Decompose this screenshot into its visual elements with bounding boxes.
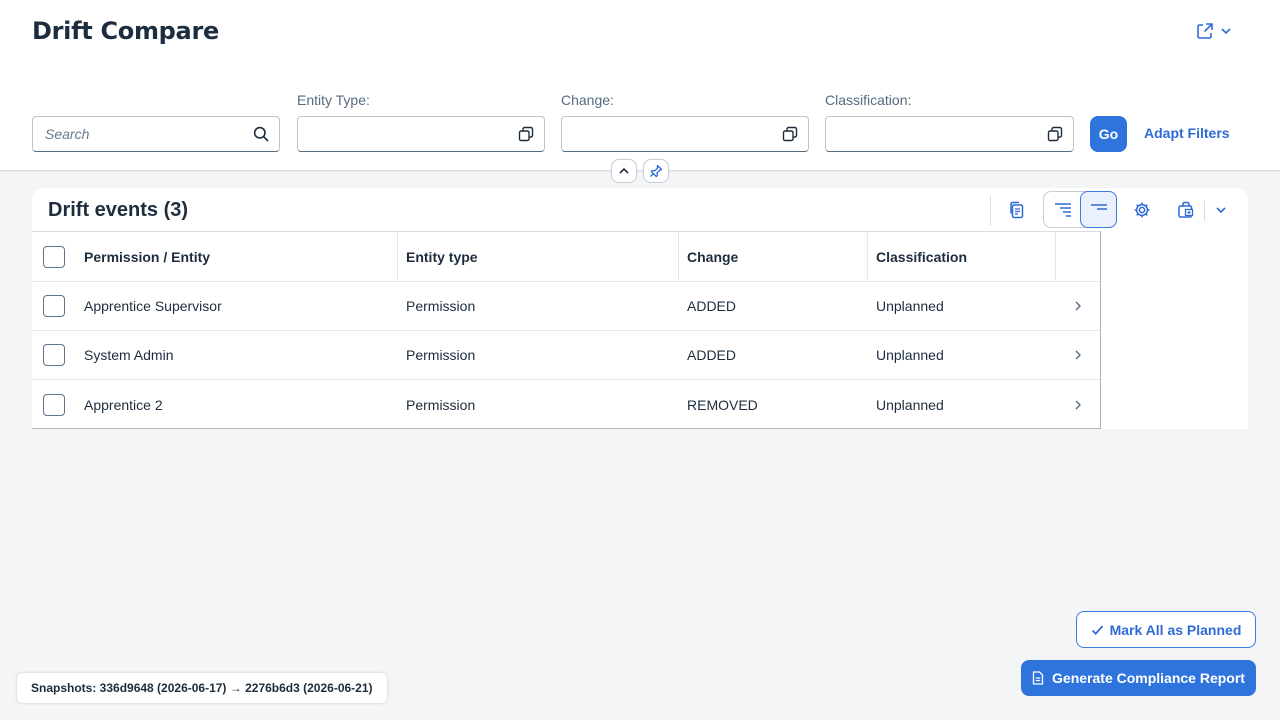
check-icon [1091,624,1103,635]
document-icon [1032,671,1044,685]
row-checkbox[interactable] [43,344,65,366]
share-menu-button[interactable] [1196,18,1232,44]
collapse-all-icon [1090,203,1107,210]
entity-type-field[interactable] [297,116,545,152]
chevron-right-icon[interactable] [1074,349,1082,361]
snapshots-info: Snapshots: 336d9648 (2026-06-17) → 2276b… [17,673,387,703]
select-all-checkbox[interactable] [43,245,65,268]
search-input[interactable] [45,117,245,151]
column-divider [867,232,868,281]
chevron-up-icon [619,167,629,174]
column-header-change[interactable]: Change [687,232,738,281]
cell-classification: Unplanned [876,396,944,413]
export-menu-button[interactable] [1204,192,1238,228]
classification-label: Classification: [825,92,912,108]
change-label: Change: [561,92,614,108]
change-field[interactable] [561,116,809,152]
table-header-row: Permission / Entity Entity type Change C… [32,232,1101,282]
column-header-entity-type[interactable]: Entity type [406,232,478,281]
chevron-down-icon [1216,207,1226,214]
export-button[interactable] [1168,192,1204,228]
column-divider [1055,232,1056,281]
copy-button[interactable] [999,192,1035,228]
cell-entity-type: Permission [406,396,476,413]
generate-report-button[interactable]: Generate Compliance Report [1021,660,1256,696]
expand-all-button[interactable] [1044,191,1081,228]
table-row[interactable]: Apprentice 2 Permission REMOVED Unplanne… [32,380,1101,429]
column-divider [678,232,679,281]
cell-classification: Unplanned [876,347,944,363]
export-icon [1178,201,1194,218]
cell-classification: Unplanned [876,298,944,314]
drift-events-panel: Drift events (3) Permission / Entity Ent… [32,188,1248,429]
pin-header-button[interactable] [643,159,669,183]
expand-collapse-toggle [1043,191,1117,228]
table-row[interactable]: System Admin Permission ADDED Unplanned [32,331,1101,380]
generate-report-label: Generate Compliance Report [1052,670,1245,686]
pin-icon [650,164,663,178]
collapse-all-button[interactable] [1080,191,1117,228]
cell-entity-type: Permission [406,298,476,314]
mark-all-planned-button[interactable]: Mark All as Planned [1076,611,1256,648]
column-divider [397,232,398,281]
cell-entity: System Admin [84,347,174,363]
column-header-entity[interactable]: Permission / Entity [84,232,210,281]
row-checkbox[interactable] [43,393,65,416]
value-help-icon[interactable] [518,126,534,142]
drift-events-table: Permission / Entity Entity type Change C… [32,231,1101,429]
table-border [32,428,1101,429]
chevron-right-icon[interactable] [1074,399,1082,411]
column-header-classification[interactable]: Classification [876,232,967,281]
value-help-icon[interactable] [782,126,798,142]
chevron-right-icon[interactable] [1074,300,1082,312]
cell-entity-type: Permission [406,347,476,363]
collapse-header-button[interactable] [611,159,637,183]
share-icon [1197,23,1213,39]
value-help-icon[interactable] [1047,126,1063,142]
toolbar-separator [990,196,991,226]
cell-entity: Apprentice 2 [84,396,163,413]
cell-entity: Apprentice Supervisor [84,298,222,314]
table-title: Drift events (3) [48,199,189,221]
table-settings-button[interactable] [1124,192,1160,228]
row-checkbox[interactable] [43,295,65,317]
classification-field[interactable] [825,116,1074,152]
mark-all-planned-label: Mark All as Planned [1109,621,1242,638]
filter-bar: Drift Compare Entity Type: Change: [0,0,1280,171]
table-border [1100,231,1101,429]
page-title: Drift Compare [32,17,219,45]
copy-icon [1010,201,1024,219]
expand-all-icon [1054,202,1071,217]
gear-icon [1134,202,1150,218]
entity-type-label: Entity Type: [297,92,370,108]
table-row[interactable]: Apprentice Supervisor Permission ADDED U… [32,282,1101,331]
cell-change: ADDED [687,347,737,363]
chevron-down-icon [1221,28,1231,35]
search-field[interactable] [32,116,280,152]
cell-change: REMOVED [687,396,758,413]
adapt-filters-link[interactable]: Adapt Filters [1144,125,1230,141]
go-button[interactable]: Go [1090,116,1127,152]
search-icon[interactable] [253,126,269,142]
cell-change: ADDED [687,298,737,314]
